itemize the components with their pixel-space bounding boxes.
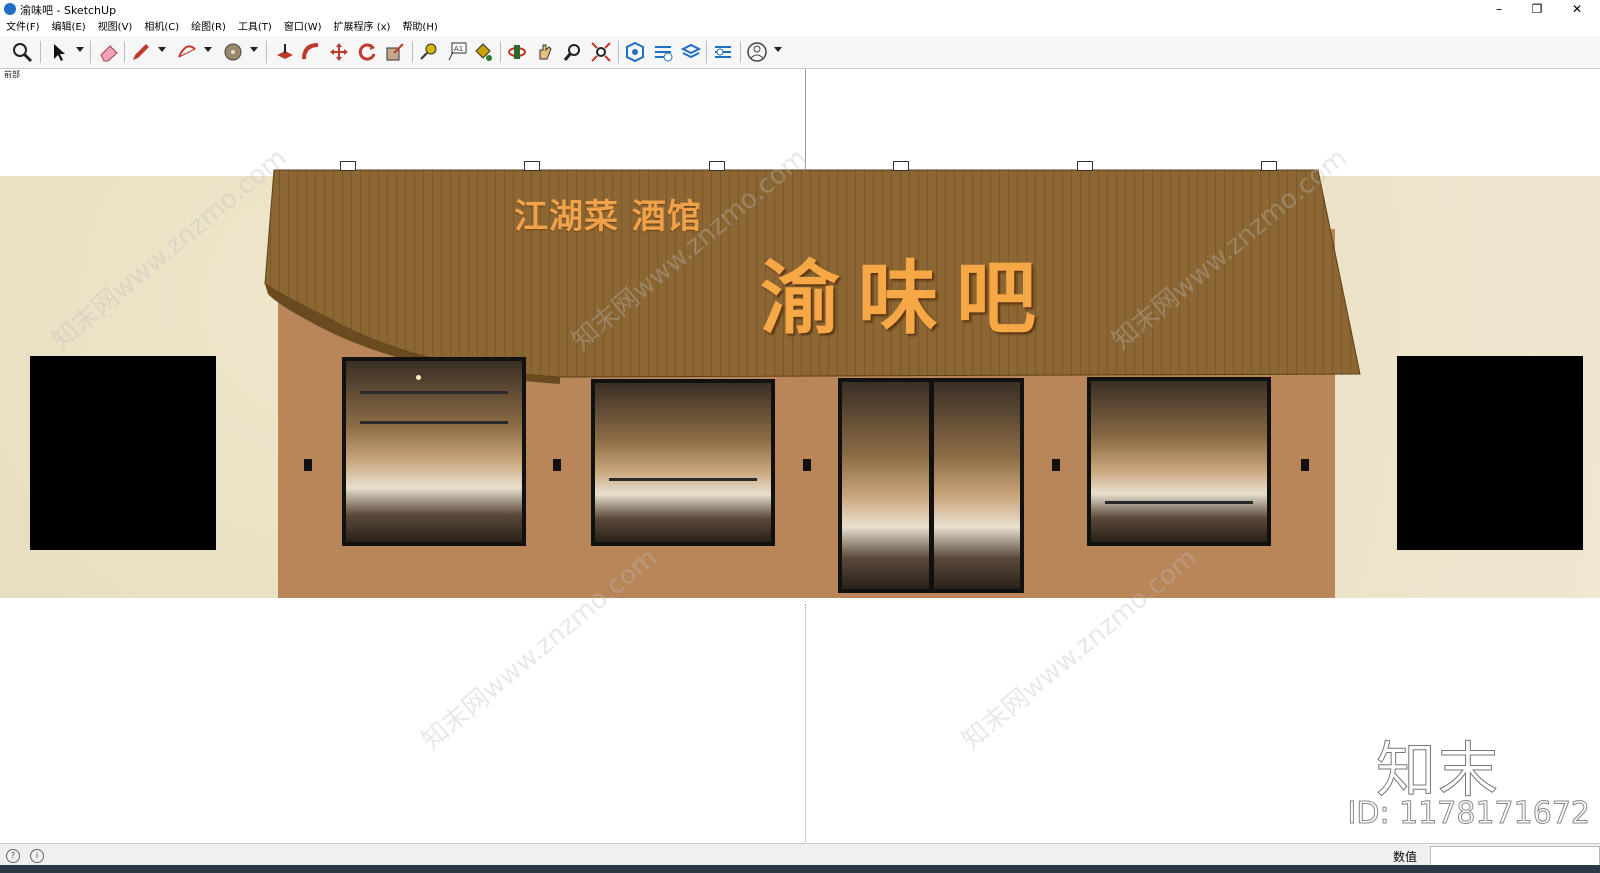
toolbar-separator bbox=[618, 41, 619, 63]
menu-bar: 文件(F) 编辑(E) 视图(V) 相机(C) 绘图(R) 工具(T) 窗口(W… bbox=[0, 20, 1600, 36]
toolbar-separator bbox=[706, 41, 707, 63]
entrance-door bbox=[838, 378, 1024, 593]
title-bar: 渝味吧 - SketchUp – ❐ ✕ bbox=[0, 0, 1600, 20]
menu-window[interactable]: 窗口(W) bbox=[278, 20, 328, 36]
arc-icon[interactable] bbox=[176, 41, 198, 63]
zoom-icon[interactable] bbox=[11, 41, 33, 63]
account-icon[interactable] bbox=[746, 41, 768, 63]
toolbar-separator bbox=[740, 41, 741, 63]
chevron-down-icon[interactable] bbox=[250, 47, 258, 52]
storefront-window bbox=[591, 379, 775, 546]
window-title: 渝味吧 - SketchUp bbox=[20, 4, 117, 17]
watermark-id: ID: 1178171672 bbox=[1347, 796, 1590, 832]
menu-tools[interactable]: 工具(T) bbox=[232, 20, 278, 36]
right-black-panel bbox=[1397, 356, 1583, 550]
menu-view[interactable]: 视图(V) bbox=[92, 20, 139, 36]
interior-view bbox=[595, 383, 771, 542]
interior-view bbox=[346, 361, 522, 542]
chevron-down-icon[interactable] bbox=[158, 47, 166, 52]
wall-sconce bbox=[803, 459, 811, 471]
close-button[interactable]: ✕ bbox=[1560, 0, 1594, 20]
orbit-icon[interactable] bbox=[506, 41, 528, 63]
maximize-button[interactable]: ❐ bbox=[1520, 0, 1554, 20]
wall-sconce bbox=[1052, 459, 1060, 471]
push-pull-icon[interactable] bbox=[274, 41, 296, 63]
move-icon[interactable] bbox=[328, 41, 350, 63]
pan-icon[interactable] bbox=[534, 41, 556, 63]
chevron-down-icon[interactable] bbox=[774, 47, 782, 52]
menu-file[interactable]: 文件(F) bbox=[0, 20, 46, 36]
light-mount bbox=[524, 161, 540, 171]
toolbar-separator bbox=[40, 41, 41, 63]
chevron-down-icon[interactable] bbox=[76, 47, 84, 52]
main-toolbar: A1 bbox=[0, 36, 1600, 69]
light-mount bbox=[709, 161, 725, 171]
status-bar: ? i 数值 bbox=[0, 843, 1600, 866]
dotted-guide-line bbox=[805, 604, 806, 843]
svg-text:A1: A1 bbox=[454, 45, 463, 53]
tape-measure-icon[interactable] bbox=[418, 41, 440, 63]
measurements-label: 数值 bbox=[1393, 850, 1418, 864]
toolbar-separator bbox=[500, 41, 501, 63]
os-taskbar bbox=[0, 865, 1600, 873]
menu-draw[interactable]: 绘图(R) bbox=[185, 20, 232, 36]
follow-me-icon[interactable] bbox=[300, 41, 322, 63]
menu-extensions[interactable]: 扩展程序 (x) bbox=[328, 20, 397, 36]
chevron-down-icon[interactable] bbox=[204, 47, 212, 52]
toolbar-separator bbox=[90, 41, 91, 63]
info-icon[interactable]: i bbox=[30, 849, 44, 863]
sketchup-app-icon bbox=[4, 3, 16, 15]
rotate-icon[interactable] bbox=[356, 41, 378, 63]
door-mullion bbox=[929, 382, 934, 589]
zoom-extents-icon[interactable] bbox=[590, 41, 612, 63]
storefront-window bbox=[342, 357, 526, 546]
shelf bbox=[360, 391, 508, 394]
interior-view bbox=[1091, 381, 1267, 542]
circle-tool-icon[interactable] bbox=[222, 41, 244, 63]
sign-title: 渝味吧 bbox=[760, 251, 1054, 345]
shelf bbox=[360, 421, 508, 424]
minimize-button[interactable]: – bbox=[1482, 0, 1516, 20]
warehouse-icon[interactable] bbox=[624, 41, 646, 63]
light-mount bbox=[893, 161, 909, 171]
layout-icon[interactable] bbox=[680, 41, 702, 63]
geo-location-icon[interactable]: ? bbox=[6, 849, 20, 863]
storefront-window bbox=[1087, 377, 1271, 546]
extension-warehouse-icon[interactable] bbox=[652, 41, 674, 63]
wall-sconce bbox=[304, 459, 312, 471]
toolbar-separator bbox=[124, 41, 125, 63]
model-viewport[interactable]: 前部 江湖菜 酒馆 渝味吧 知末网www.znzmo.com 知末网www.zn… bbox=[0, 69, 1600, 843]
menu-camera[interactable]: 相机(C) bbox=[138, 20, 185, 36]
select-icon[interactable] bbox=[48, 41, 70, 63]
menu-edit[interactable]: 编辑(E) bbox=[46, 20, 92, 36]
ceiling-light bbox=[416, 375, 421, 380]
wall-sconce bbox=[1301, 459, 1309, 471]
paint-bucket-icon[interactable] bbox=[472, 41, 494, 63]
light-mount bbox=[1261, 161, 1277, 171]
sign-subtitle: 江湖菜 酒馆 bbox=[514, 197, 702, 237]
wall-sconce bbox=[553, 459, 561, 471]
light-mount bbox=[340, 161, 356, 171]
add-location-icon[interactable] bbox=[712, 41, 734, 63]
scale-icon[interactable] bbox=[384, 41, 406, 63]
toolbar-separator bbox=[412, 41, 413, 63]
eraser-icon[interactable] bbox=[98, 41, 120, 63]
toolbar-separator bbox=[266, 41, 267, 63]
menu-help[interactable]: 帮助(H) bbox=[396, 20, 443, 36]
shelf bbox=[1105, 501, 1253, 504]
pencil-icon[interactable] bbox=[130, 41, 152, 63]
light-mount bbox=[1077, 161, 1093, 171]
measurements-input[interactable] bbox=[1430, 846, 1600, 866]
shelf bbox=[609, 478, 757, 481]
text-icon[interactable]: A1 bbox=[446, 41, 468, 63]
zoom-window-icon[interactable] bbox=[562, 41, 584, 63]
